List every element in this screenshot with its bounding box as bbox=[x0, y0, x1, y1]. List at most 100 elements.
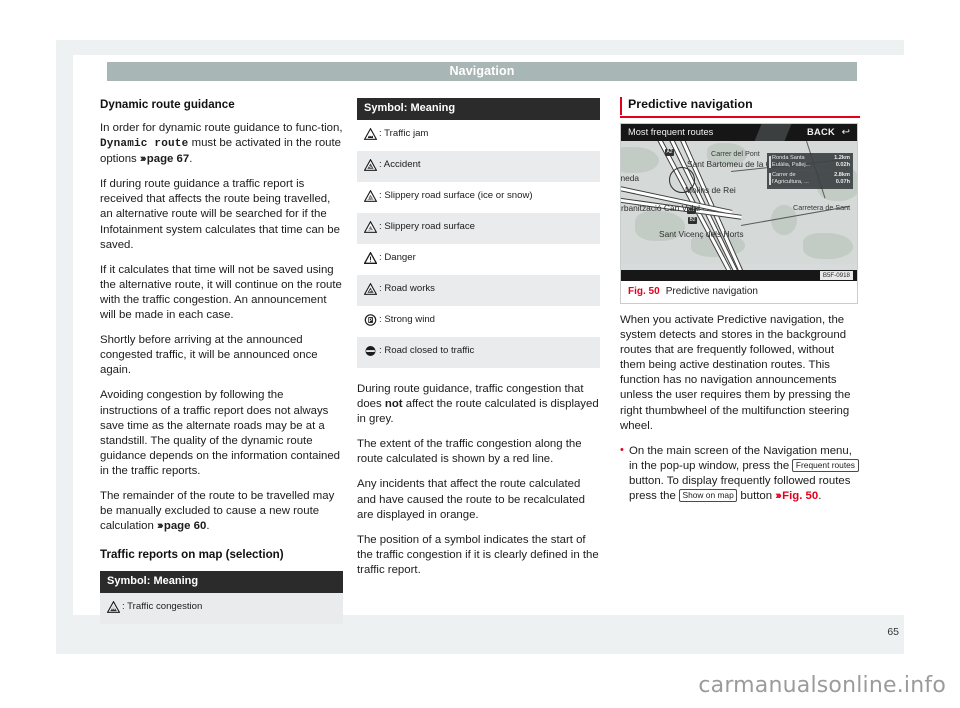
heading-predictive-navigation: Predictive navigation bbox=[620, 97, 860, 115]
list-item: On the main screen of the Navigation men… bbox=[620, 443, 860, 504]
map-label: Carretera de Sant bbox=[793, 203, 851, 212]
frequent-route-line: Eulàlia, Pallej... 0.02h bbox=[772, 162, 850, 169]
map-area-patch bbox=[621, 147, 659, 173]
figure-caption-text: Predictive navigation bbox=[665, 286, 758, 297]
cross-reference-page-60[interactable]: ››› page 60 bbox=[157, 520, 206, 532]
warning-triangle-slippery-icon bbox=[363, 220, 378, 237]
left-column: Dynamic route guidance In order for dyna… bbox=[100, 98, 343, 625]
frequent-route-entry[interactable]: Carrer de 2.8km l'Agricultura, ... 0.07h bbox=[768, 171, 852, 187]
table-cell-slippery-road: : Slippery road surface bbox=[357, 213, 600, 244]
table-cell-traffic-congestion: : Traffic congestion bbox=[100, 593, 343, 625]
cross-reference-page-67-label: page 67 bbox=[146, 153, 190, 166]
svg-text:P: P bbox=[369, 317, 373, 323]
table-cell-road-closed-label: : Road closed to traffic bbox=[379, 344, 475, 356]
frequent-routes-panel: Ronda Santa 1.2km Eulàlia, Pallej... 0.0… bbox=[767, 153, 853, 189]
frequent-route-line: Carrer de 2.8km bbox=[772, 172, 850, 179]
paragraph-predictive-navigation-description: When you activate Predictive navigation,… bbox=[620, 314, 851, 432]
cross-reference-page-60-label: page 60 bbox=[163, 520, 207, 533]
warning-triangle-congestion-icon bbox=[106, 600, 121, 617]
mid-para1-bold-not: not bbox=[384, 398, 403, 411]
table-cell-strong-wind-label: : Strong wind bbox=[379, 313, 435, 325]
table-cell-slippery-ice-snow-label: : Slippery road surface (ice or snow) bbox=[379, 189, 533, 201]
topbar-notch bbox=[754, 124, 792, 141]
frequent-route-distance: 2.8km bbox=[834, 172, 850, 178]
frequent-route-line: Ronda Santa 1.2km bbox=[772, 155, 850, 162]
table-header-row: Symbol: Meaning bbox=[357, 98, 600, 120]
heading-dynamic-route-guidance: Dynamic route guidance bbox=[100, 98, 235, 111]
para1-text-a: In order for dynamic route guidance to f… bbox=[100, 122, 343, 134]
table-cell-accident-label: : Accident bbox=[379, 158, 421, 170]
para1-mono-term: Dynamic route bbox=[100, 138, 189, 151]
predictive-navigation-steps-list: On the main screen of the Navigation men… bbox=[620, 443, 860, 504]
table-row: : Traffic jam bbox=[357, 120, 600, 151]
heading-traffic-reports-on-map: Traffic reports on map (selection) bbox=[100, 548, 284, 562]
figure-image-id: B5F-0918 bbox=[819, 271, 853, 280]
cross-reference-page-67[interactable]: ››› page 67 bbox=[140, 153, 189, 165]
table-cell-accident: : Accident bbox=[357, 151, 600, 182]
map-shield-icon: A2 bbox=[665, 149, 674, 156]
figure-number: Fig. 50 bbox=[628, 286, 660, 297]
frequent-route-name-line1: Ronda Santa bbox=[772, 155, 805, 161]
warning-triangle-road-works-icon bbox=[363, 282, 378, 299]
para6-text-end: . bbox=[206, 520, 210, 533]
table-row: : Traffic congestion bbox=[100, 593, 343, 625]
paragraph-congestion-red-line: The extent of the traffic congestion alo… bbox=[357, 438, 582, 466]
map-label: Carrer del Pont bbox=[711, 149, 760, 158]
table-header-label: Symbol: Meaning bbox=[357, 98, 600, 120]
map-area: A2 C3 B2 Carrer del Pont Sant Bartomeu d… bbox=[621, 135, 857, 276]
table-row: : Slippery road surface bbox=[357, 213, 600, 244]
table-cell-slippery-road-label: : Slippery road surface bbox=[379, 220, 475, 232]
chevron-triple-icon: ››› bbox=[775, 490, 782, 503]
back-button-label[interactable]: BACK bbox=[807, 127, 835, 137]
frequent-route-time: 0.02h bbox=[835, 162, 850, 168]
frequent-routes-button[interactable]: Frequent routes bbox=[792, 458, 859, 472]
table-cell-traffic-jam: : Traffic jam bbox=[357, 120, 600, 151]
paragraph-traffic-report-received: If during route guidance a traffic repor… bbox=[100, 178, 340, 251]
figure-predictive-navigation: A2 C3 B2 Carrer del Pont Sant Bartomeu d… bbox=[620, 123, 858, 304]
table-row: P : Strong wind bbox=[357, 306, 600, 337]
cross-reference-fig-50-label: Fig. 50 bbox=[782, 490, 819, 503]
table-row: : Road works bbox=[357, 275, 600, 306]
paragraph-dynamic-route-activation: In order for dynamic route guidance to f… bbox=[100, 121, 343, 167]
back-arrow-icon[interactable]: ↩ bbox=[842, 127, 850, 138]
cross-reference-fig-50[interactable]: ››› Fig. 50 bbox=[775, 490, 818, 502]
left-symbol-table: Symbol: Meaning : Traffic congestion bbox=[100, 571, 343, 625]
paragraph-incidents-orange: Any incidents that affect the route calc… bbox=[357, 478, 585, 521]
table-cell-danger-label: : Danger bbox=[379, 251, 416, 263]
running-header-bar: Navigation bbox=[107, 62, 857, 81]
table-row: : Road closed to traffic bbox=[357, 337, 600, 368]
table-header-label: Symbol: Meaning bbox=[100, 571, 343, 594]
bullet1-text-end: . bbox=[818, 490, 822, 503]
paragraph-manual-exclusion: The remainder of the route to be travell… bbox=[100, 489, 343, 534]
table-cell-road-closed: : Road closed to traffic bbox=[357, 337, 600, 368]
paragraph-avoiding-congestion: Avoiding congestion by following the ins… bbox=[100, 389, 341, 477]
figure-caption: Fig. 50 Predictive navigation bbox=[621, 281, 857, 303]
map-label: Pineda bbox=[621, 173, 640, 183]
paragraph-symbol-position: The position of a symbol indicates the s… bbox=[357, 533, 599, 576]
show-on-map-button[interactable]: Show on map bbox=[679, 489, 738, 503]
table-cell-danger: : Danger bbox=[357, 244, 600, 275]
paragraph-congestion-grey: During route guidance, traffic congestio… bbox=[357, 382, 600, 427]
paragraph-no-time-saved: If it calculates that time will not be s… bbox=[100, 263, 342, 322]
warning-triangle-danger-icon bbox=[363, 250, 378, 268]
watermark: carmanualsonline.info bbox=[698, 673, 946, 698]
map-label: Urbanització Can Vidal bbox=[621, 203, 701, 213]
map-shield-icon: B2 bbox=[688, 217, 697, 224]
warning-triangle-accident-icon bbox=[363, 158, 378, 175]
table-cell-strong-wind: P : Strong wind bbox=[357, 306, 600, 337]
table-row: : Danger bbox=[357, 244, 600, 275]
table-row: : Slippery road surface (ice or snow) bbox=[357, 182, 600, 213]
map-area-patch bbox=[803, 233, 853, 259]
predictive-navigation-heading-block: Predictive navigation bbox=[620, 97, 860, 118]
map-label: Molins de Rei bbox=[685, 185, 736, 195]
table-cell-traffic-jam-label: : Traffic jam bbox=[379, 127, 429, 139]
frequent-route-name-line1: Carrer de bbox=[772, 172, 796, 178]
map-label: Sant Vicenç dels Horts bbox=[659, 229, 744, 239]
page-viewport: Navigation Dynamic route guidance In ord… bbox=[0, 0, 960, 708]
table-cell-road-works: : Road works bbox=[357, 275, 600, 306]
paragraph-announcement-repeat: Shortly before arriving at the announced… bbox=[100, 334, 318, 377]
right-column-text: When you activate Predictive navigation,… bbox=[620, 313, 860, 504]
frequent-route-entry[interactable]: Ronda Santa 1.2km Eulàlia, Pallej... 0.0… bbox=[768, 154, 852, 170]
frequent-route-line: l'Agricultura, ... 0.07h bbox=[772, 179, 850, 186]
running-header-title: Navigation bbox=[449, 64, 515, 78]
